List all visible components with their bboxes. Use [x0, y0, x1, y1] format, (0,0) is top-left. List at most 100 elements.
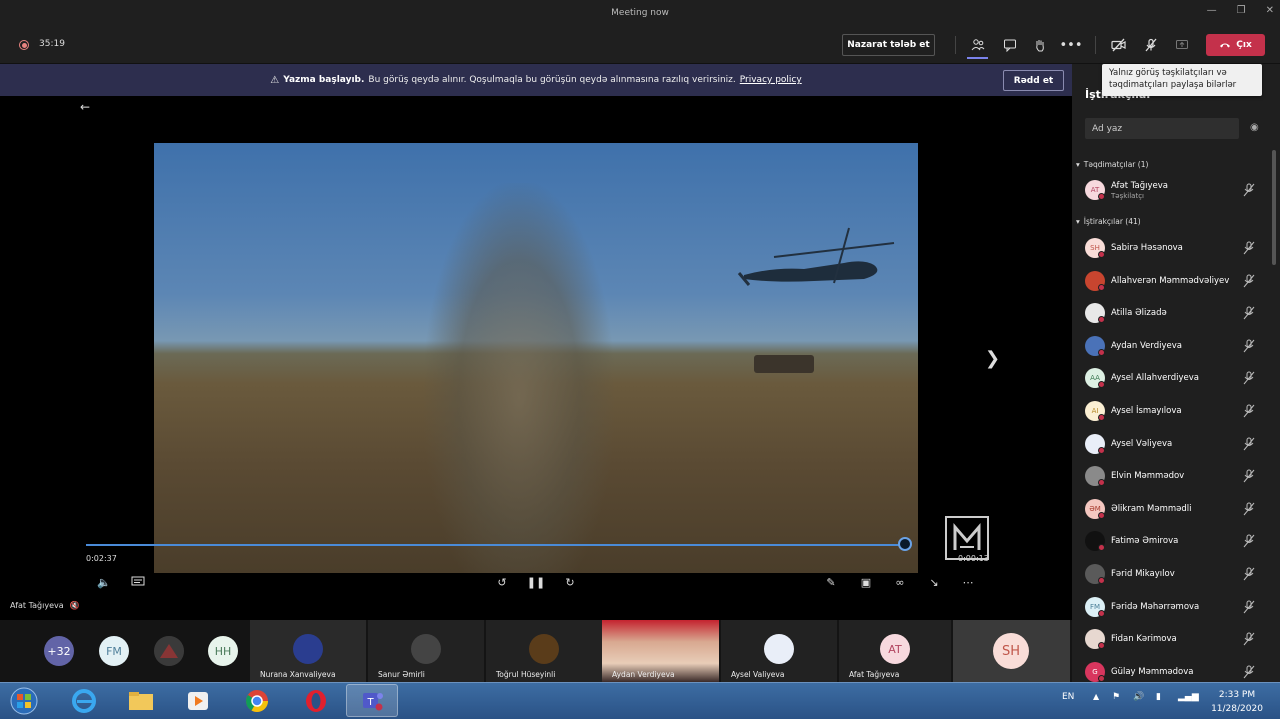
progress-handle[interactable] [897, 537, 912, 551]
request-control-button[interactable]: Nazarat tələb et [842, 34, 935, 56]
video-progress-bar[interactable] [86, 544, 909, 546]
participant-name: Fərid Mikayılov [1111, 569, 1175, 579]
status-dot [1098, 414, 1105, 421]
mic-off-icon [1243, 404, 1255, 418]
more-options-icon[interactable]: ••• [1060, 36, 1083, 54]
gallery-avatar-hh[interactable]: HH [208, 636, 238, 666]
back-arrow-icon[interactable]: ← [80, 100, 90, 114]
volume-icon[interactable]: 🔈 [95, 574, 113, 590]
status-dot [1098, 642, 1105, 650]
captions-icon[interactable] [129, 574, 147, 590]
minimize-icon[interactable]: — [1207, 5, 1217, 16]
participant-row[interactable]: FM Fəridə Məhərrəmova [1085, 594, 1265, 620]
dismiss-button[interactable]: Rədd et [1003, 70, 1064, 91]
forward-30-icon[interactable]: ↻ [561, 574, 579, 590]
gallery-tile[interactable]: AT Afat Tağıyeva [839, 620, 951, 682]
tray-expand-icon[interactable]: ▲ [1093, 692, 1099, 701]
video-person [424, 183, 614, 573]
gallery-tile[interactable]: Nurana Xanvaliyeva [250, 620, 366, 682]
language-indicator[interactable]: EN [1062, 692, 1074, 702]
exit-fullscreen-icon[interactable]: ↘ [925, 574, 943, 590]
mic-off-icon [1243, 183, 1255, 197]
panel-scrollbar[interactable] [1272, 150, 1276, 265]
status-dot [1098, 544, 1105, 552]
teams-app-icon[interactable]: T [346, 684, 398, 717]
participant-row[interactable]: Elvin Məmmədov [1085, 463, 1265, 489]
tile-avatar [293, 634, 323, 664]
mic-off-icon [1243, 339, 1255, 353]
participant-row[interactable]: ƏM Əlikram Məmmədli [1085, 496, 1265, 522]
maximize-icon[interactable]: ❐ [1237, 5, 1246, 16]
mic-off-icon [1243, 665, 1255, 679]
vehicle-image [754, 355, 814, 373]
windows-logo-icon [10, 687, 38, 715]
battery-icon[interactable]: ▮ [1156, 692, 1161, 702]
speaker-icon[interactable]: 🔊 [1133, 692, 1144, 702]
360-view-icon[interactable]: ∞ [891, 574, 909, 590]
participants-panel: İştirakçılar ✕ ◉ ▾ Təqdimatçılar (1) AT … [1072, 64, 1280, 682]
action-center-icon[interactable]: ⚑ [1112, 692, 1120, 702]
mic-off-icon[interactable] [1142, 36, 1160, 54]
gallery-avatar-fm[interactable]: FM [99, 636, 129, 666]
share-screen-icon[interactable] [1173, 36, 1191, 54]
participant-row[interactable]: AI Aysel İsmayılova [1085, 398, 1265, 424]
participant-row[interactable]: AT Afət Tağıyeva Təşkilatçı [1085, 177, 1265, 203]
title-bar: Meeting now — ❐ ✕ [0, 0, 1280, 26]
participant-row[interactable]: Allahverən Məmmədvəliyev [1085, 268, 1265, 294]
tile-name: Toğrul Hüseyinli [496, 670, 556, 679]
opera-icon[interactable] [290, 684, 342, 717]
elapsed-time: 0:02:37 [86, 554, 117, 563]
status-dot [1098, 316, 1105, 324]
picture-in-picture-icon[interactable]: ▣ [857, 574, 875, 590]
next-arrow-icon[interactable]: ❯ [985, 348, 1000, 369]
rewind-10-icon[interactable]: ↺ [493, 574, 511, 590]
participant-row[interactable]: Atilla Əlizadə [1085, 300, 1265, 326]
participant-row[interactable]: G Gülay Məmmədova [1085, 659, 1265, 685]
leave-button[interactable]: Çıx [1206, 34, 1265, 56]
gallery-tile[interactable]: Toğrul Hüseyinli [486, 620, 602, 682]
helicopter-image [737, 227, 895, 286]
presenter-name: Afat Tağıyeva [10, 601, 64, 610]
close-icon[interactable]: ✕ [1266, 5, 1274, 16]
gallery-tile[interactable]: SH [953, 620, 1070, 682]
gallery-avatar-photo[interactable] [154, 636, 184, 666]
ie-app-icon[interactable] [58, 684, 110, 717]
tile-name: Afat Tağıyeva [849, 670, 900, 679]
participant-name: Fəridə Məhərrəmova [1111, 601, 1200, 612]
participant-row[interactable]: AA Aysel Allahverdiyeva [1085, 365, 1265, 391]
tile-avatar: AT [880, 634, 910, 664]
participant-search-input[interactable] [1085, 118, 1239, 139]
participant-row[interactable]: Fatimə Əmirova [1085, 528, 1265, 554]
presenters-section-header[interactable]: ▾ Təqdimatçılar (1) [1076, 160, 1148, 169]
gallery-tile[interactable]: Aysel Valiyeva [721, 620, 837, 682]
participant-row[interactable]: Aydan Verdiyeva [1085, 333, 1265, 359]
chrome-icon[interactable] [231, 684, 283, 717]
overflow-avatar[interactable]: +32 [44, 636, 74, 666]
tile-name: Nurana Xanvaliyeva [260, 670, 336, 679]
signal-icon[interactable]: ▂▄▆ [1178, 692, 1199, 702]
raise-hand-icon[interactable] [1031, 36, 1049, 54]
tile-name: Aydan Verdiyeva [612, 670, 675, 679]
chat-icon[interactable] [1001, 36, 1019, 54]
file-explorer-icon[interactable] [115, 684, 167, 717]
mic-off-icon [1243, 241, 1255, 255]
recording-icon [19, 40, 29, 50]
camera-off-icon[interactable] [1110, 36, 1128, 54]
video-more-icon[interactable]: ⋯ [959, 574, 977, 590]
participant-name: Aysel İsmayılova [1111, 406, 1182, 416]
gallery-tile-video[interactable]: Aydan Verdiyeva [602, 620, 719, 682]
start-button[interactable] [4, 684, 44, 718]
privacy-policy-link[interactable]: Privacy policy [740, 75, 802, 85]
system-clock[interactable]: 2:33 PM 11/28/2020 [1205, 688, 1269, 716]
media-player-icon[interactable] [172, 684, 224, 717]
participant-row[interactable]: Aysel Vəliyeva [1085, 431, 1265, 457]
pause-icon[interactable]: ❚❚ [527, 574, 545, 590]
participants-icon[interactable] [969, 36, 987, 54]
attendees-section-header[interactable]: ▾ İştirakçılar (41) [1076, 217, 1141, 226]
participant-row[interactable]: SH Sabirə Həsənova [1085, 235, 1265, 261]
participant-row[interactable]: Fərid Mikayılov [1085, 561, 1265, 587]
participant-row[interactable]: Fidan Kərimova [1085, 626, 1265, 652]
pen-icon[interactable]: ✎ [822, 574, 840, 590]
view-options-icon[interactable]: ◉ [1250, 122, 1259, 133]
gallery-tile[interactable]: Sanur Əmirli [368, 620, 484, 682]
